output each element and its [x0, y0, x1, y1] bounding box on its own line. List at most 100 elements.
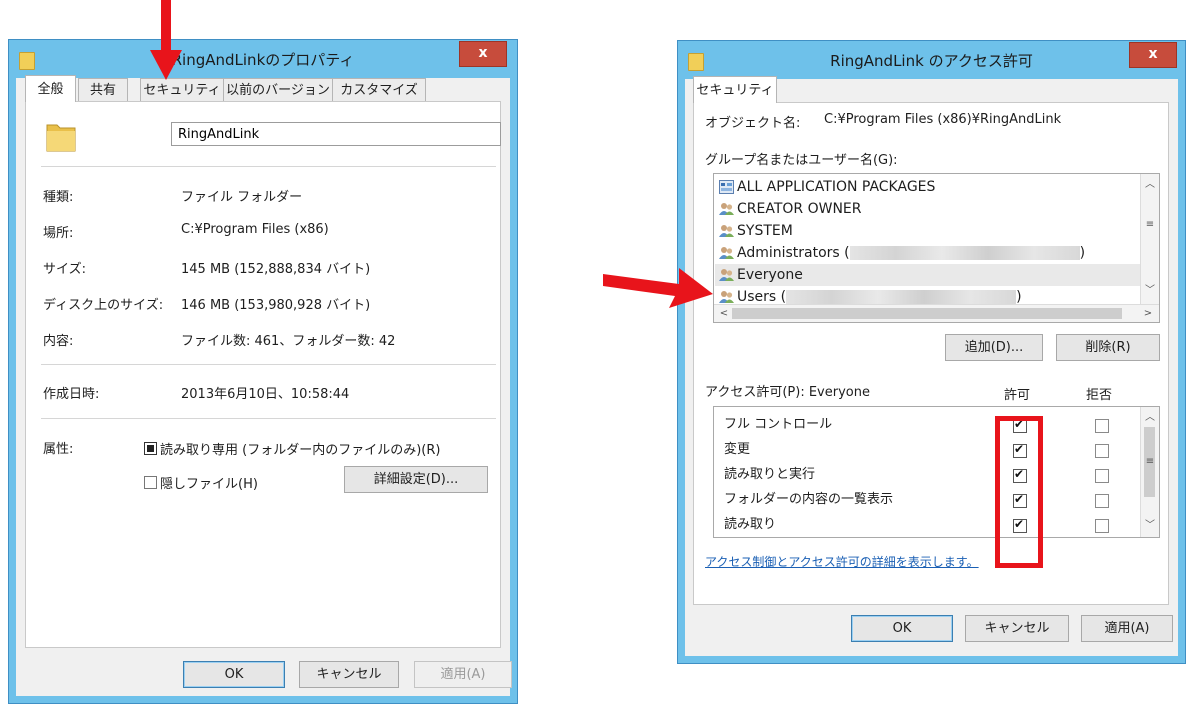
deny-checkbox[interactable] [1095, 444, 1109, 458]
contents-label: 内容: [43, 334, 74, 349]
tab-general[interactable]: 全般 [25, 75, 76, 102]
scroll-thumb[interactable] [732, 308, 1122, 319]
folder-small-icon [19, 52, 35, 70]
users-icon [719, 269, 734, 281]
contents-value: ファイル数: 461、フォルダー数: 42 [181, 334, 396, 349]
tab-sharing[interactable]: 共有 [78, 78, 128, 102]
scroll-right-icon[interactable]: > [1140, 307, 1156, 321]
users-icon [719, 291, 734, 303]
cancel-button[interactable]: キャンセル [299, 661, 399, 688]
permissions-titlebar[interactable]: RingAndLink のアクセス許可 x [678, 41, 1185, 79]
separator [41, 166, 496, 167]
annotation-highlight-box [995, 416, 1043, 568]
type-label: 種類: [43, 190, 74, 205]
properties-title: RingAndLinkのプロパティ [171, 51, 355, 69]
user-name: Administrators () [737, 245, 1086, 261]
scroll-down-icon[interactable]: ﹀ [1142, 519, 1158, 533]
deny-checkbox[interactable] [1095, 469, 1109, 483]
user-list-item[interactable]: ALL APPLICATION PACKAGES [715, 176, 1141, 198]
security-panel: オブジェクト名: C:¥Program Files (x86)¥RingAndL… [693, 102, 1169, 605]
hidden-checkbox[interactable] [144, 476, 157, 489]
users-icon [719, 225, 734, 237]
user-name-suffix: ) [1079, 245, 1086, 261]
user-list-item[interactable]: Everyone [715, 264, 1141, 286]
remove-button[interactable]: 削除(R) [1056, 334, 1160, 361]
permission-vscrollbar[interactable]: ︿ ≡ ﹀ [1140, 407, 1159, 537]
scroll-grip-icon[interactable]: ≡ [1142, 455, 1158, 469]
apply-button[interactable]: 適用(A) [414, 661, 512, 688]
user-name-suffix: ) [1016, 289, 1022, 305]
user-name: SYSTEM [737, 223, 793, 239]
users-icon [719, 247, 734, 259]
annotation-arrow-right-icon [603, 268, 713, 308]
apply-button[interactable]: 適用(A) [1081, 615, 1173, 642]
user-list-item[interactable]: Administrators () [715, 242, 1141, 264]
cancel-button[interactable]: キャンセル [965, 615, 1069, 642]
disk-size-label: ディスク上のサイズ: [43, 298, 164, 313]
permissions-close-button[interactable]: x [1129, 42, 1177, 68]
type-value: ファイル フォルダー [181, 190, 303, 205]
deny-checkbox[interactable] [1095, 519, 1109, 533]
permissions-title: RingAndLink のアクセス許可 [830, 52, 1033, 70]
tab-customize[interactable]: カスタマイズ [332, 78, 426, 102]
scroll-grip-icon[interactable]: ≡ [1142, 218, 1158, 232]
properties-close-button[interactable]: x [459, 41, 507, 67]
group-user-label: グループ名またはユーザー名(G): [705, 153, 898, 168]
scroll-up-icon[interactable]: ︿ [1142, 411, 1158, 425]
user-name: ALL APPLICATION PACKAGES [737, 179, 936, 195]
object-name-label: オブジェクト名: [705, 116, 801, 131]
separator [41, 364, 496, 365]
object-name-value: C:¥Program Files (x86)¥RingAndLink [824, 112, 1062, 127]
properties-window: RingAndLinkのプロパティ x 全般 共有 セキュリティ 以前のバージョ… [8, 39, 518, 704]
redacted-text [849, 246, 1080, 260]
size-label: サイズ: [43, 262, 86, 277]
permission-name: フォルダーの内容の一覧表示 [724, 492, 894, 507]
deny-checkbox[interactable] [1095, 494, 1109, 508]
separator [41, 418, 496, 419]
ok-button[interactable]: OK [183, 661, 285, 688]
permission-name: 変更 [724, 442, 751, 457]
folder-icon [46, 124, 76, 152]
created-label: 作成日時: [43, 387, 100, 402]
user-list-vscrollbar[interactable]: ︿ ≡ ﹀ [1140, 174, 1159, 304]
user-list-item[interactable]: CREATOR OWNER [715, 198, 1141, 220]
redacted-text [786, 290, 1017, 304]
hidden-label[interactable]: 隠しファイル(H) [160, 473, 258, 492]
tab-security[interactable]: セキュリティ [693, 76, 777, 103]
deny-checkbox[interactable] [1095, 419, 1109, 433]
permissions-details-link[interactable]: アクセス制御とアクセス許可の詳細を表示します。 [705, 553, 979, 570]
tab-previous-versions[interactable]: 以前のバージョン [223, 78, 333, 102]
readonly-checkbox[interactable] [144, 442, 157, 455]
add-button[interactable]: 追加(D)... [945, 334, 1043, 361]
user-list[interactable]: ALL APPLICATION PACKAGES CREATOR OWNER SYS… [713, 173, 1160, 323]
scroll-left-icon[interactable]: < [716, 307, 732, 321]
user-name: Everyone [737, 267, 803, 283]
user-name: CREATOR OWNER [737, 201, 862, 217]
folder-name-field[interactable] [171, 122, 501, 146]
permission-name: 読み取りと実行 [724, 467, 816, 482]
readonly-label[interactable]: 読み取り専用 (フォルダー内のファイルのみ)(R) [160, 439, 440, 458]
allow-header: 許可 [1004, 388, 1031, 403]
user-list-item[interactable]: SYSTEM [715, 220, 1141, 242]
scroll-down-icon[interactable]: ﹀ [1142, 284, 1158, 298]
permissions-window: RingAndLink のアクセス許可 x セキュリティ オブジェクト名: C:… [677, 40, 1186, 664]
properties-client: 全般 共有 セキュリティ 以前のバージョン カスタマイズ 種類: ファイル フォ… [16, 75, 512, 696]
permission-table: フル コントロール変更読み取りと実行フォルダーの内容の一覧表示読み取り ︿ ≡ … [713, 406, 1160, 538]
folder-small-icon [688, 53, 704, 71]
disk-size-value: 146 MB (153,980,928 バイト) [181, 298, 371, 313]
properties-titlebar[interactable]: RingAndLinkのプロパティ x [9, 40, 517, 78]
scroll-up-icon[interactable]: ︿ [1142, 178, 1158, 192]
permissions-for-label: アクセス許可(P): Everyone [705, 385, 870, 400]
user-list-hscrollbar[interactable]: < > [714, 304, 1159, 322]
location-label: 場所: [43, 226, 74, 241]
location-value: C:¥Program Files (x86) [181, 222, 329, 237]
deny-header: 拒否 [1086, 388, 1113, 403]
annotation-arrow-down-icon [150, 0, 182, 80]
permission-name: 読み取り [724, 517, 777, 532]
app-packages-icon [719, 180, 734, 194]
ok-button[interactable]: OK [851, 615, 953, 642]
users-icon [719, 203, 734, 215]
size-value: 145 MB (152,888,834 バイト) [181, 262, 371, 277]
advanced-button[interactable]: 詳細設定(D)... [344, 466, 488, 493]
attributes-label: 属性: [43, 442, 74, 457]
